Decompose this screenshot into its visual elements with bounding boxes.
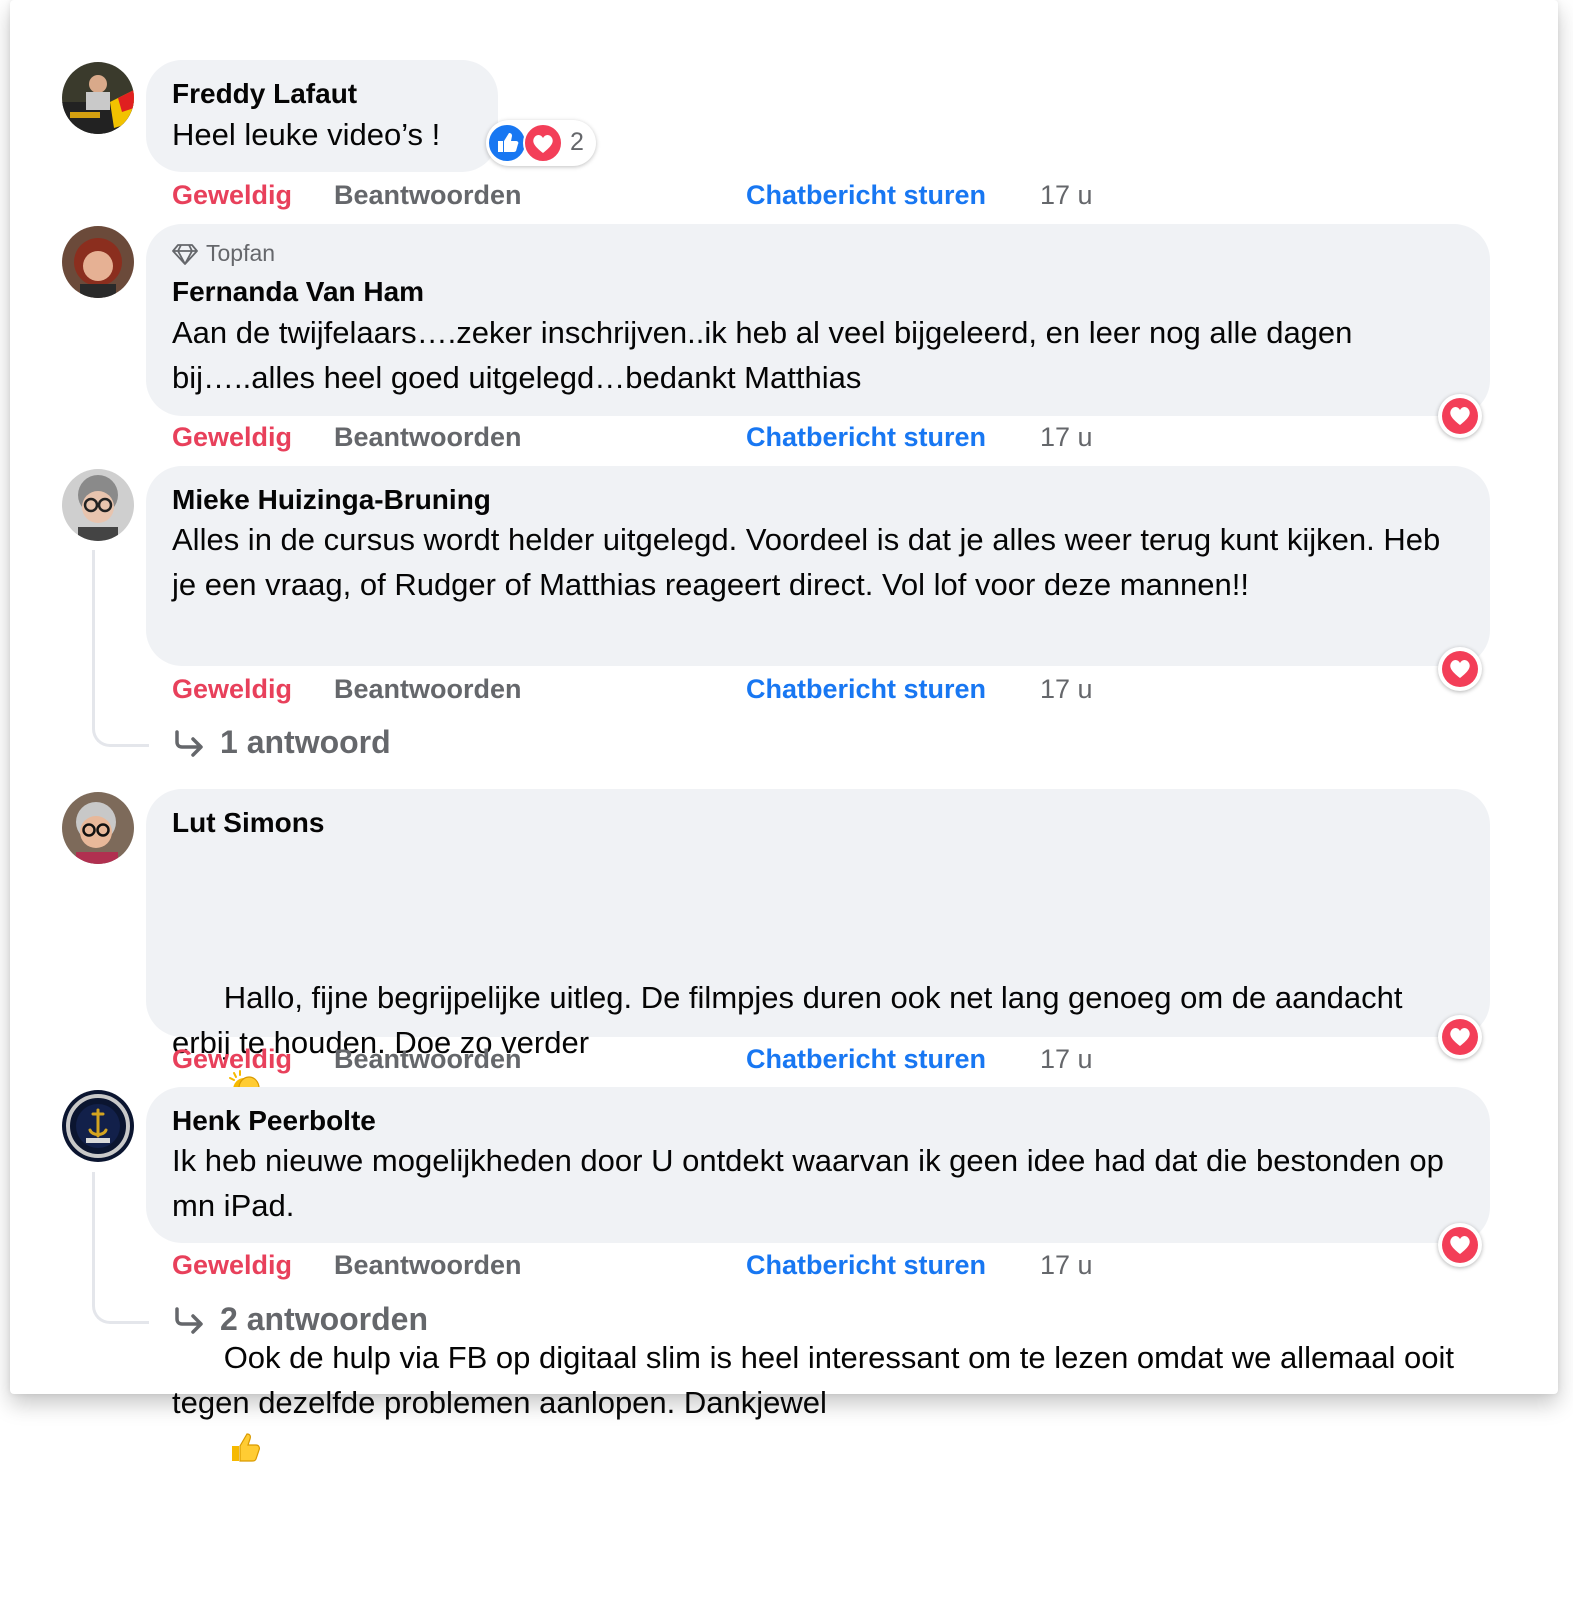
avatar-lut[interactable] [62,792,134,864]
comment-author[interactable]: Freddy Lafaut [172,78,357,110]
like-button[interactable]: Geweldig [172,1250,292,1281]
thread-connector [92,1172,149,1324]
avatar-freddy[interactable] [62,62,134,134]
like-button[interactable]: Geweldig [172,422,292,453]
heart-icon [1450,407,1470,425]
comment-text: Heel leuke video’s ! [172,117,441,152]
comment-text-paragraph: Ook de hulp via FB op digitaal slim is h… [172,1340,1463,1420]
thumbs-up-emoji [231,1433,260,1462]
heart-icon [1450,660,1470,678]
comment-text: Ik heb nieuwe mogelijkheden door U ontde… [172,1143,1453,1223]
love-reaction-badge[interactable] [1438,1223,1482,1267]
replies-count-label[interactable]: 2 antwoorden [220,1301,428,1338]
send-message-button[interactable]: Chatbericht sturen [746,674,986,705]
love-reaction-badge[interactable] [1438,647,1482,691]
badge-label: Topfan [206,240,276,266]
timestamp[interactable]: 17 u [1040,1250,1093,1281]
like-button[interactable]: Geweldig [172,1044,292,1075]
top-fan-badge: Topfan [172,240,275,267]
comment-bubble: Topfan Fernanda Van Ham Aan de twijfelaa… [146,224,1490,416]
reply-arrow-icon [175,1306,203,1334]
avatar-mieke[interactable] [62,469,134,541]
comment-text: Aan de twijfelaars….zeker inschrijven..i… [172,315,1362,395]
send-message-button[interactable]: Chatbericht sturen [746,1044,986,1075]
reply-button[interactable]: Beantwoorden [334,180,522,211]
comment-bubble: Freddy Lafaut Heel leuke video’s ! [146,60,498,172]
comment-bubble: Lut Simons Hallo, fijne begrijpelijke ui… [146,789,1490,1462]
send-message-button[interactable]: Chatbericht sturen [746,1250,986,1281]
timestamp[interactable]: 17 u [1040,422,1093,453]
comment-author[interactable]: Henk Peerbolte [172,1105,376,1137]
comment-author[interactable]: Lut Simons [172,807,324,839]
reply-button[interactable]: Beantwoorden [334,422,522,453]
replies-count-label[interactable]: 1 antwoord [220,724,391,761]
comment-bubble: Henk Peerbolte Ik heb nieuwe mogelijkhed… [146,1087,1490,1243]
view-replies-button[interactable]: 1 antwoord [172,724,391,761]
comment-author[interactable]: Mieke Huizinga-Bruning [172,484,491,516]
comment-author[interactable]: Fernanda Van Ham [172,276,424,308]
diamond-icon [172,243,198,265]
timestamp[interactable]: 17 u [1040,180,1093,211]
avatar-henk[interactable] [62,1090,134,1162]
love-reaction-badge[interactable] [1438,394,1482,438]
like-button[interactable]: Geweldig [172,180,292,211]
reply-button[interactable]: Beantwoorden [334,674,522,705]
comment-bubble: Mieke Huizinga-Bruning Alles in de cursu… [146,466,1490,666]
reaction-count: 2 [570,128,584,156]
timestamp[interactable]: 17 u [1040,674,1093,705]
reactions-summary[interactable]: 2 [486,120,596,166]
reply-arrow-icon [175,729,203,757]
reply-button[interactable]: Beantwoorden [334,1044,522,1075]
thread-connector [92,550,149,747]
love-reaction-badge[interactable] [1438,1015,1482,1059]
like-button[interactable]: Geweldig [172,674,292,705]
avatar-fernanda[interactable] [62,226,134,298]
send-message-button[interactable]: Chatbericht sturen [746,180,986,211]
comment-text: Alles in de cursus wordt helder uitgeleg… [172,522,1449,602]
reply-button[interactable]: Beantwoorden [334,1250,522,1281]
send-message-button[interactable]: Chatbericht sturen [746,422,986,453]
timestamp[interactable]: 17 u [1040,1044,1093,1075]
love-icon [523,123,563,163]
heart-icon [1450,1236,1470,1254]
heart-icon [1450,1028,1470,1046]
view-replies-button[interactable]: 2 antwoorden [172,1301,428,1338]
